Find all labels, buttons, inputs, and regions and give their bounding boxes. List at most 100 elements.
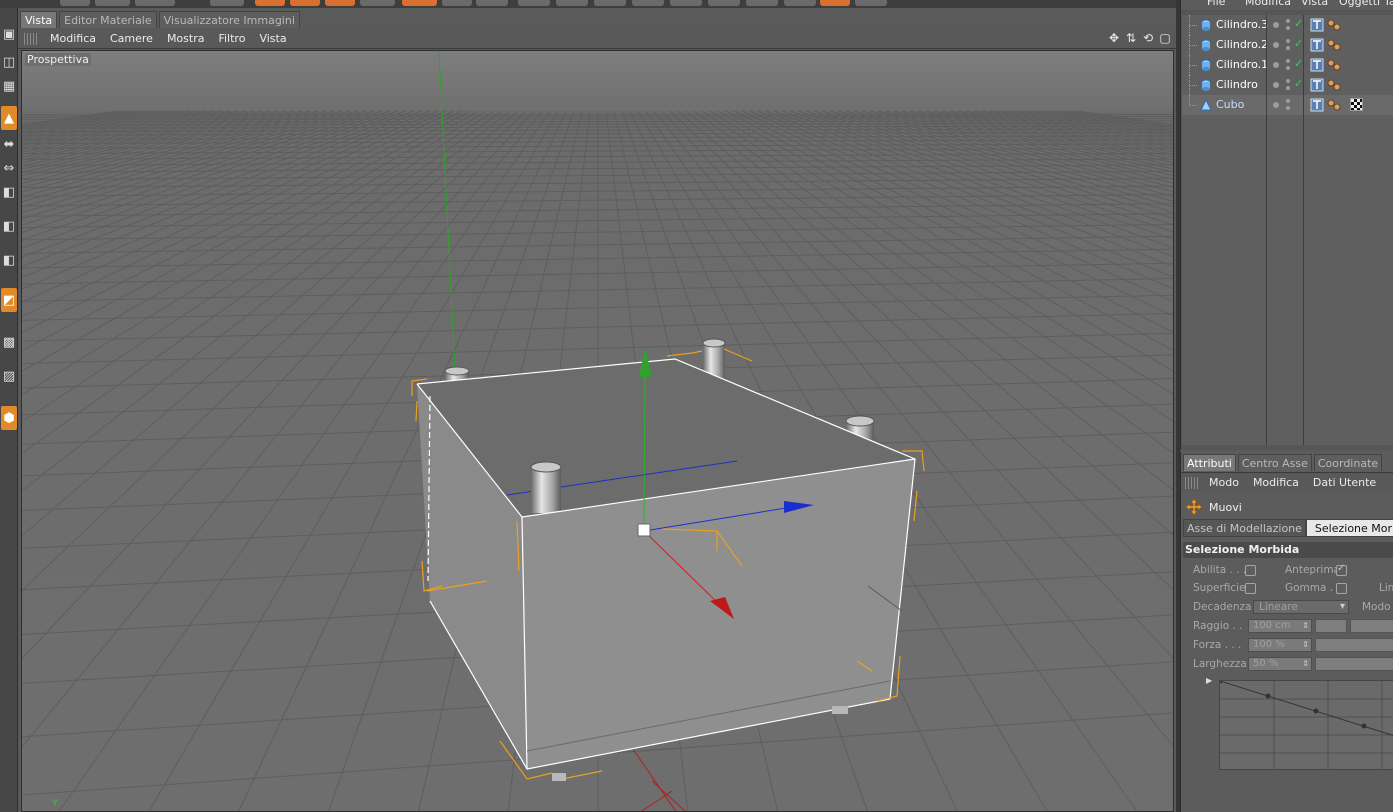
render-dot[interactable] xyxy=(1286,26,1290,30)
phong-tag-icon[interactable] xyxy=(1310,38,1324,52)
toolbar-button[interactable] xyxy=(360,0,395,6)
phong-tag-icon[interactable] xyxy=(1310,18,1324,32)
expand-arrow-icon[interactable]: ▶ xyxy=(1206,676,1212,685)
object-row-cilindro-1[interactable]: Cilindro.1 ✓ xyxy=(1182,55,1393,75)
toolbar-button[interactable] xyxy=(784,0,816,6)
edges-mode-icon[interactable]: ⬌ xyxy=(1,132,17,156)
toolbar-button[interactable] xyxy=(556,0,588,6)
visibility-dot[interactable] xyxy=(1273,82,1279,88)
toolbar-button[interactable] xyxy=(476,0,508,6)
cylinder-front[interactable] xyxy=(530,461,562,513)
menu-dati-utente[interactable]: Dati Utente xyxy=(1307,473,1384,493)
object-name[interactable]: Cilindro.3 xyxy=(1216,18,1268,31)
menu-camere[interactable]: Camere xyxy=(104,29,161,49)
sculpt-icon[interactable]: ⬢ xyxy=(1,406,17,430)
3d-viewport[interactable]: Prospettiva Y xyxy=(21,50,1174,812)
menu-vista[interactable]: Vista xyxy=(1301,0,1328,9)
polygons-mode-icon[interactable]: ◧ xyxy=(1,180,17,204)
larghezza-field[interactable]: 50 % xyxy=(1248,657,1312,671)
polygons-mode-icon-3[interactable]: ◧ xyxy=(1,248,17,272)
visibility-dot[interactable] xyxy=(1273,42,1279,48)
toolbar-button[interactable] xyxy=(60,0,90,6)
anteprima-checkbox[interactable] xyxy=(1336,563,1347,576)
render-dot[interactable] xyxy=(1286,86,1290,90)
raggio-field[interactable]: 100 cm xyxy=(1248,619,1312,633)
checker-icon[interactable]: ▩ xyxy=(1,330,17,354)
tab-coordinate[interactable]: Coordinate xyxy=(1313,454,1383,471)
tab-centro-asse[interactable]: Centro Asse xyxy=(1237,454,1312,471)
object-axis-icon[interactable]: ◩ xyxy=(1,288,17,312)
tab-attributi[interactable]: Attributi xyxy=(1183,454,1236,471)
gomma-checkbox[interactable] xyxy=(1336,583,1347,594)
menu-tag[interactable]: Tag xyxy=(1384,0,1393,9)
render-dot[interactable] xyxy=(1286,99,1290,103)
deformer-button[interactable] xyxy=(820,0,850,6)
tab-vista[interactable]: Vista xyxy=(20,11,58,28)
render-dot[interactable] xyxy=(1286,59,1290,63)
material-tag-icon[interactable] xyxy=(1327,59,1341,71)
render-view-button[interactable] xyxy=(290,0,320,6)
tab-visualizzatore-immagini[interactable]: Visualizzatore Immagini xyxy=(158,11,300,28)
workplane-icon[interactable]: ▦ xyxy=(1,74,17,98)
render-dot[interactable] xyxy=(1286,46,1290,50)
material-tag-icon[interactable] xyxy=(1327,39,1341,51)
column-separator[interactable] xyxy=(1303,15,1304,445)
toolbar-button[interactable] xyxy=(594,0,626,6)
object-name[interactable]: Cilindro.1 xyxy=(1216,58,1268,71)
falloff-curve[interactable] xyxy=(1217,678,1393,771)
material-tag-icon[interactable] xyxy=(1327,99,1341,111)
superficie-checkbox[interactable] xyxy=(1245,583,1256,594)
polygons-mode-icon-2[interactable]: ◧ xyxy=(1,214,17,238)
menu-oggetti[interactable]: Oggetti xyxy=(1339,0,1380,9)
rotate-view-icon[interactable]: ⟲ xyxy=(1141,31,1155,46)
object-name[interactable]: Cilindro xyxy=(1216,78,1258,91)
abilita-checkbox[interactable] xyxy=(1245,565,1256,576)
points-mode-icon[interactable]: ▲ xyxy=(1,106,17,130)
forza-field[interactable]: 100 % xyxy=(1248,638,1312,652)
grip-handle-icon[interactable] xyxy=(24,32,38,45)
use-texture-icon[interactable]: ◫ xyxy=(1,50,17,74)
render-dot[interactable] xyxy=(1286,39,1290,43)
phong-tag-icon[interactable] xyxy=(1310,78,1324,92)
menu-modifica[interactable]: Modifica xyxy=(1247,473,1307,493)
object-name[interactable]: Cilindro.2 xyxy=(1216,38,1268,51)
render-button[interactable] xyxy=(255,0,285,6)
toolbar-button[interactable] xyxy=(442,0,472,6)
menu-file[interactable]: File xyxy=(1207,0,1225,9)
object-row-cilindro[interactable]: Cilindro ✓ xyxy=(1182,75,1393,95)
enabled-check-icon[interactable]: ✓ xyxy=(1294,37,1303,50)
render-settings-button[interactable] xyxy=(325,0,355,6)
larghezza-slider[interactable] xyxy=(1315,657,1393,671)
toolbar-button[interactable] xyxy=(670,0,702,6)
object-row-cubo[interactable]: Cubo xyxy=(1182,95,1393,115)
viewport-camera-label[interactable]: Prospettiva xyxy=(25,53,91,66)
subtab-selezione-morbida[interactable]: Selezione Morbida xyxy=(1305,519,1393,537)
raggio-slider-2[interactable] xyxy=(1350,619,1393,633)
tab-editor-materiale[interactable]: Editor Materiale xyxy=(59,11,157,28)
enabled-check-icon[interactable]: ✓ xyxy=(1294,77,1303,90)
object-name[interactable]: Cubo xyxy=(1216,98,1244,111)
material-tag-icon[interactable] xyxy=(1327,79,1341,91)
object-row-cilindro-3[interactable]: Cilindro.3 ✓ xyxy=(1182,15,1393,35)
phong-tag-icon[interactable] xyxy=(1310,98,1324,112)
menu-modifica[interactable]: Modifica xyxy=(1245,0,1291,9)
toolbar-button[interactable] xyxy=(518,0,550,6)
toolbar-button[interactable] xyxy=(708,0,740,6)
visibility-dot[interactable] xyxy=(1273,62,1279,68)
menu-vista[interactable]: Vista xyxy=(253,29,294,49)
falloff-curve-editor[interactable] xyxy=(1217,678,1393,771)
toolbar-button[interactable] xyxy=(135,0,175,6)
render-dot[interactable] xyxy=(1286,19,1290,23)
object-list[interactable]: Cilindro.3 ✓ Cilindro.2 ✓ Cilindro.1 ✓ C… xyxy=(1182,15,1393,445)
menu-modo[interactable]: Modo xyxy=(1203,473,1247,493)
texture-mode-icon[interactable]: ▨ xyxy=(1,364,17,388)
enabled-check-icon[interactable]: ✓ xyxy=(1294,17,1303,30)
enabled-check-icon[interactable]: ✓ xyxy=(1294,57,1303,70)
texture-tag-icon[interactable] xyxy=(1350,98,1363,111)
use-model-icon[interactable]: ▣ xyxy=(1,22,17,46)
toolbar-button[interactable] xyxy=(95,0,130,6)
viewport-scene[interactable] xyxy=(22,51,1174,812)
visibility-dot[interactable] xyxy=(1273,102,1279,108)
visibility-dot[interactable] xyxy=(1273,22,1279,28)
grip-handle-icon[interactable] xyxy=(1185,476,1199,489)
